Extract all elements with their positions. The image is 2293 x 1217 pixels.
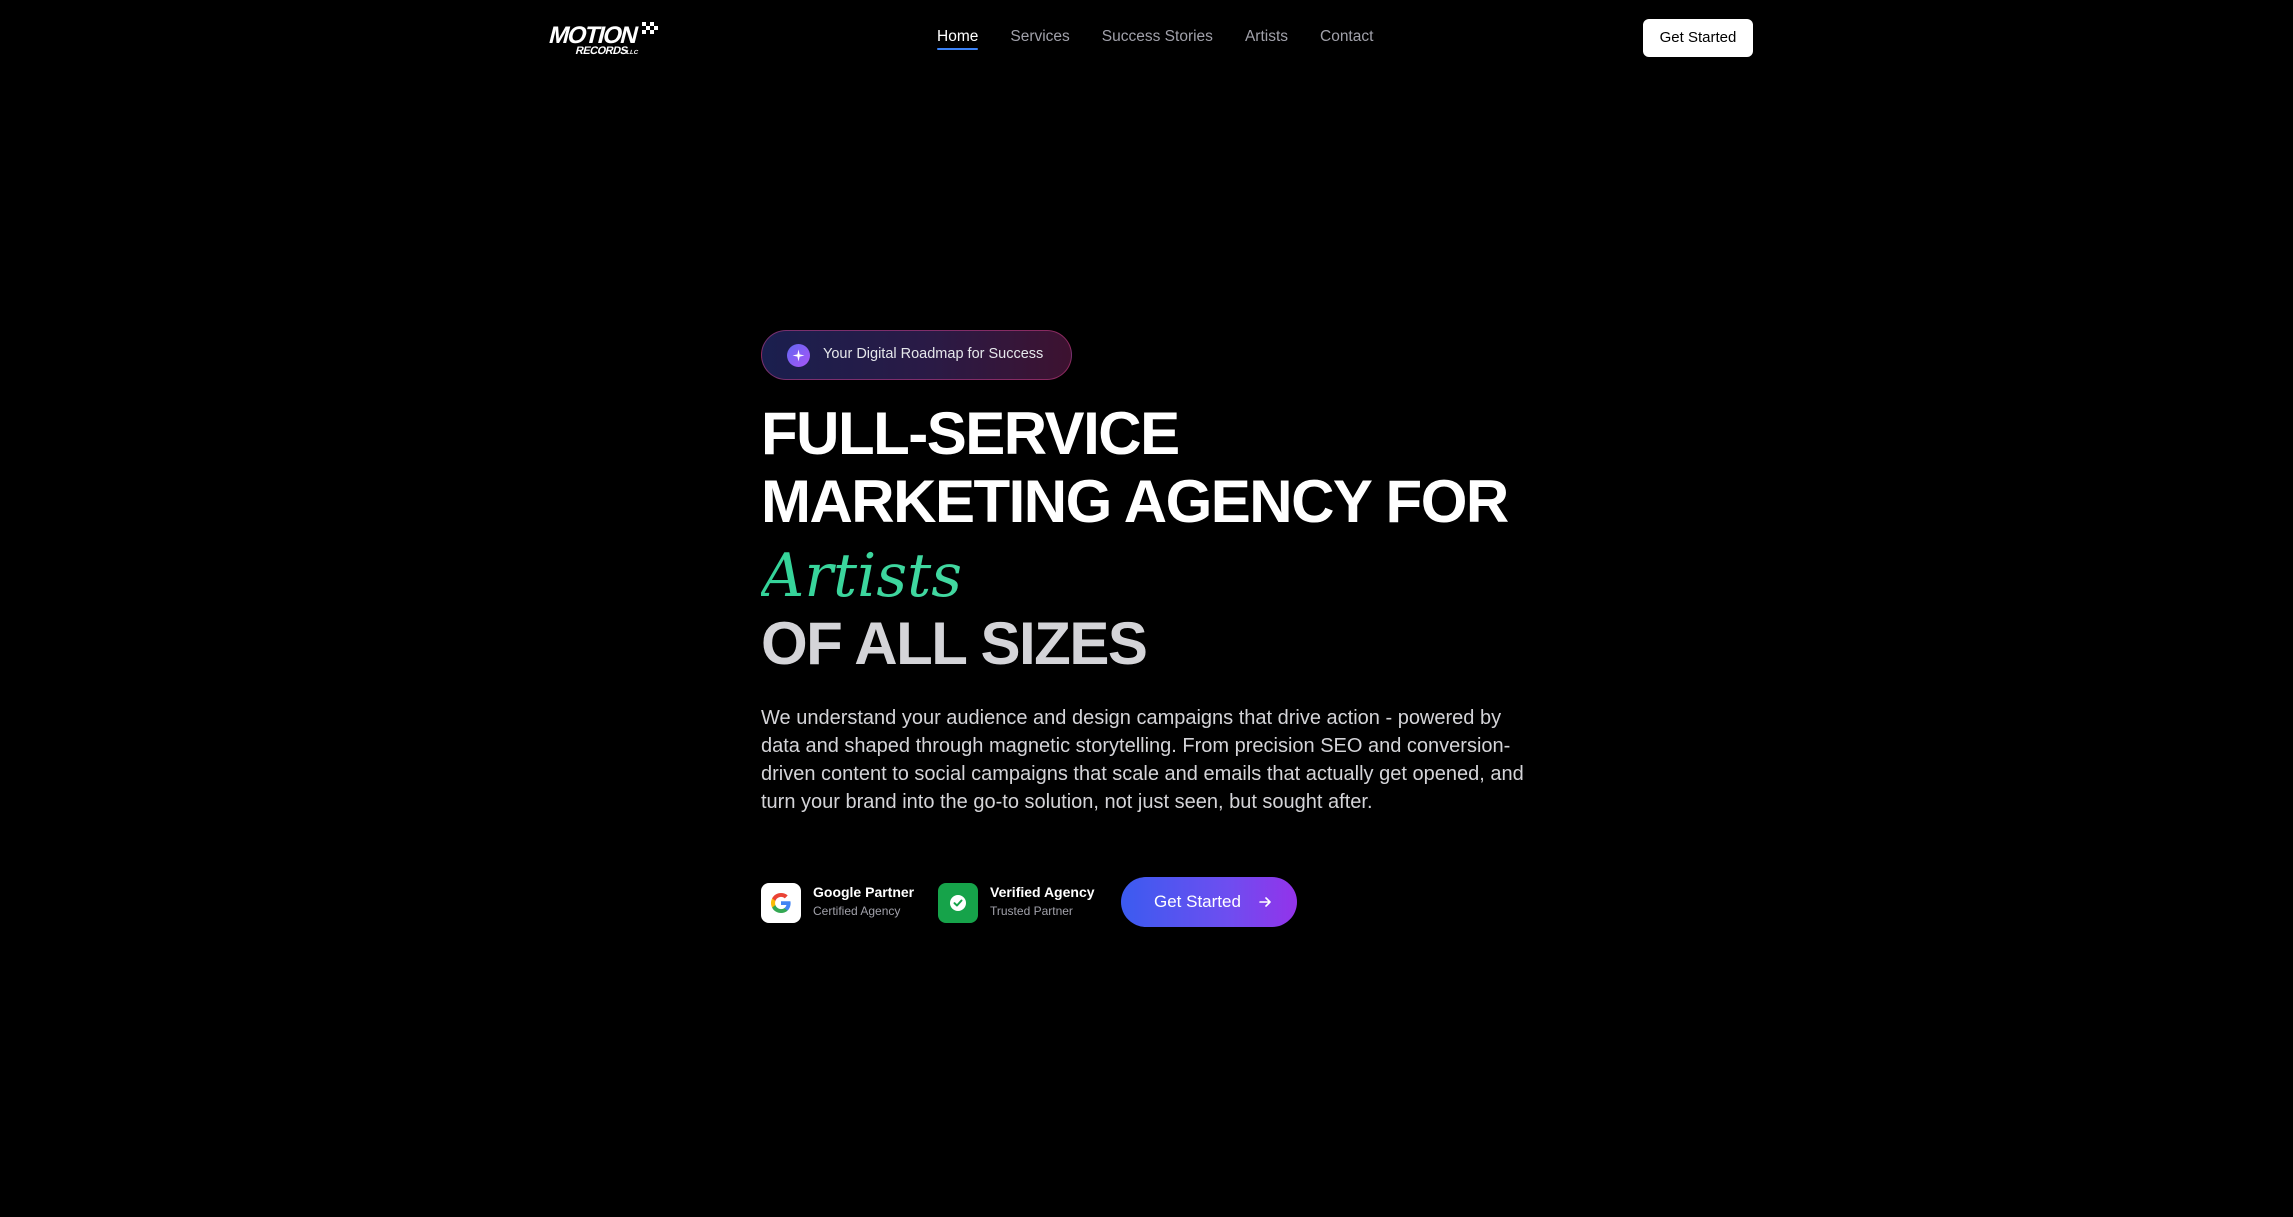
badge-title: Google Partner (813, 884, 915, 900)
headline-line-2: MARKETING AGENCY FOR (761, 468, 1509, 535)
headline-line-4: OF ALL SIZES (761, 610, 1148, 677)
tagline-pill: Your Digital Roadmap for Success (761, 330, 1072, 380)
hero-headline: FULL-SERVICE MARKETING AGENCY FOR Artist… (761, 400, 1561, 678)
logo[interactable]: MOTION RECORDS LLC (542, 18, 660, 58)
nav-contact[interactable]: Contact (1320, 26, 1373, 52)
hero-cta-label: Get Started (1154, 892, 1241, 911)
nav-success-stories[interactable]: Success Stories (1102, 26, 1213, 52)
badge-subtitle: Trusted Partner (990, 904, 1073, 918)
sparkle-icon (787, 344, 810, 367)
headline-highlight: Artists (761, 536, 1561, 616)
main-nav: Home Services Success Stories Artists Co… (937, 26, 1405, 52)
hero-get-started-button[interactable]: Get Started (1121, 877, 1297, 927)
badge-subtitle: Certified Agency (813, 904, 901, 918)
tagline-text: Your Digital Roadmap for Success (823, 346, 1044, 362)
nav-services[interactable]: Services (1010, 26, 1069, 52)
hero-description: We understand your audience and design c… (761, 707, 1524, 813)
nav-artists[interactable]: Artists (1245, 26, 1288, 52)
check-badge-icon (938, 883, 978, 923)
google-icon (761, 883, 801, 923)
badge-title: Verified Agency (990, 884, 1095, 900)
svg-text:LLC: LLC (626, 49, 640, 56)
logo-mark: MOTION RECORDS LLC (546, 22, 658, 57)
arrow-right-icon (1258, 895, 1272, 914)
page: MOTION RECORDS LLC Home Services Success… (0, 0, 2293, 1217)
headline-line-1: FULL-SERVICE (761, 400, 1180, 467)
svg-text:RECORDS: RECORDS (574, 45, 628, 57)
header-get-started-button[interactable]: Get Started (1643, 19, 1753, 57)
site-header: MOTION RECORDS LLC Home Services Success… (0, 0, 2293, 76)
trust-row: Google Partner Certified Agency Verified… (761, 877, 1561, 927)
nav-home[interactable]: Home (937, 26, 979, 52)
